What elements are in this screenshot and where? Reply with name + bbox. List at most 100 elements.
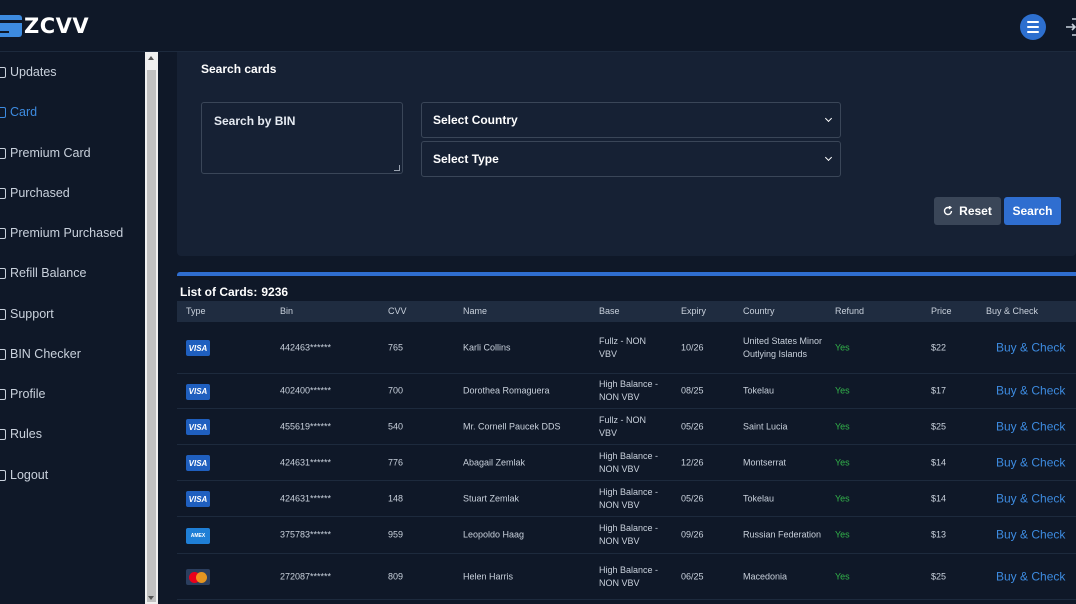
column-header-refund[interactable]: Refund <box>835 306 864 316</box>
cards-count: 9236 <box>261 285 289 299</box>
menu-button[interactable] <box>1020 14 1046 40</box>
cell-country: Montserrat <box>743 457 787 467</box>
sidebar-item-label: Refill Balance <box>10 266 87 280</box>
sidebar-item-updates[interactable]: Updates <box>0 65 57 79</box>
sidebar-item-icon <box>0 147 6 159</box>
reset-button-label: Reset <box>959 204 992 218</box>
logout-icon[interactable] <box>1066 17 1076 37</box>
cell-base: Fullz - NON VBV <box>599 335 646 359</box>
sidebar-item-icon <box>0 66 6 78</box>
cell-name: Leopoldo Haag <box>463 529 525 540</box>
sidebar-item-icon <box>0 469 6 481</box>
cell-base: High Balance - NON VBV <box>599 523 659 546</box>
cell-name: Abagail Zemlak <box>463 457 526 467</box>
buy-and-check-link[interactable]: Buy & Check <box>996 492 1065 505</box>
sidebar-item-profile[interactable]: Profile <box>0 387 45 401</box>
cell-country: United States Minor Outlying Islands <box>743 335 823 359</box>
reset-button[interactable]: Reset <box>934 197 1001 225</box>
visa-logo-icon: VISA <box>186 340 210 356</box>
sidebar-item-icon <box>0 106 6 118</box>
sidebar-item-icon <box>0 227 6 239</box>
sidebar-item-support[interactable]: Support <box>0 307 54 321</box>
cell-base: High Balance - NON VBV <box>599 564 659 588</box>
resize-handle-icon[interactable] <box>394 165 400 171</box>
column-header-base[interactable]: Base <box>599 306 620 316</box>
buy-and-check-link[interactable]: Buy & Check <box>996 456 1065 469</box>
table-row: VISA 424631****** 776 Abagail Zemlak High Ba… <box>177 445 1076 481</box>
sidebar-item-label: Premium Purchased <box>10 226 124 240</box>
cell-base: High Balance - NON VBV <box>599 486 659 510</box>
cell-country: Macedonia <box>743 571 788 581</box>
chevron-down-icon <box>824 114 833 123</box>
sidebar-item-purchased[interactable]: Purchased <box>0 186 70 200</box>
cell-name: Stuart Zemlak <box>463 493 520 503</box>
sidebar-item-label: Card <box>10 105 38 119</box>
bin-search-placeholder: Search by BIN <box>214 114 296 128</box>
column-header-name[interactable]: Name <box>463 306 487 316</box>
column-header-price[interactable]: Price <box>931 306 952 316</box>
cell-base: High Balance - NON VBV <box>599 379 659 402</box>
column-header-bin[interactable]: Bin <box>280 306 293 316</box>
sidebar-item-label: Premium Card <box>10 146 91 160</box>
sidebar-item-premium-card[interactable]: Premium Card <box>0 146 91 160</box>
sidebar-item-rules[interactable]: Rules <box>0 427 42 441</box>
buy-and-check-link[interactable]: Buy & Check <box>996 341 1065 354</box>
column-header-buy-check[interactable]: Buy & Check <box>986 306 1038 316</box>
table-header: Type Bin CVV Name Base Expiry Country Refund Pri… <box>177 301 1076 322</box>
cell-country: Saint Lucia <box>743 421 788 431</box>
cell-country: Tokelau <box>743 493 775 503</box>
cell-name: Karli Collins <box>463 342 511 352</box>
table-row: VISA 402400****** 700 Dorothea Romaguera Hig… <box>177 374 1076 409</box>
sidebar-item-card[interactable]: Card <box>0 105 37 119</box>
table-row: AMEX 375783****** 959 Leopoldo Haag High Bal… <box>177 517 1076 554</box>
sidebar-item-label: Updates <box>10 65 57 79</box>
column-header-cvv[interactable]: CVV <box>388 306 407 316</box>
type-select[interactable]: Select Type <box>421 141 841 177</box>
hamburger-icon <box>1027 21 1039 23</box>
cell-name: Dorothea Romaguera <box>463 385 550 396</box>
sidebar-item-logout[interactable]: Logout <box>0 468 48 482</box>
buy-and-check-link[interactable]: Buy & Check <box>996 420 1065 433</box>
search-panel-title: Search cards <box>201 62 277 76</box>
sidebar-item-icon <box>0 348 6 360</box>
cell-name: Helen Harris <box>463 571 514 581</box>
search-panel: Search cards Search by BIN Select Countr… <box>177 52 1076 256</box>
buy-and-check-link[interactable]: Buy & Check <box>996 570 1065 583</box>
scroll-up-arrow-icon[interactable] <box>148 56 154 60</box>
sidebar-item-label: Rules <box>10 427 42 441</box>
sidebar-scrollbar[interactable] <box>145 52 158 604</box>
chevron-down-icon <box>824 153 833 162</box>
sidebar-item-icon <box>0 187 6 199</box>
country-select-value: Select Country <box>433 113 518 127</box>
search-button[interactable]: Search <box>1004 197 1061 225</box>
refresh-icon <box>943 206 953 216</box>
amex-logo-icon: AMEX <box>186 527 210 544</box>
cell-country: Russian Federation <box>743 529 822 540</box>
sidebar-item-icon <box>0 267 6 279</box>
sidebar-item-label: Support <box>10 307 54 321</box>
buy-and-check-link[interactable]: Buy & Check <box>996 384 1065 398</box>
sidebar-item-refill-balance[interactable]: Refill Balance <box>0 266 86 280</box>
cards-list-label: List of Cards: <box>180 285 258 299</box>
sidebar-item-label: Profile <box>10 387 46 401</box>
country-select[interactable]: Select Country <box>421 102 841 138</box>
sidebar-item-label: Purchased <box>10 186 70 200</box>
sidebar-item-icon <box>0 308 6 320</box>
column-header-expiry[interactable]: Expiry <box>681 306 706 316</box>
sidebar-item-icon <box>0 428 6 440</box>
credit-card-icon <box>0 15 22 37</box>
cell-country: Tokelau <box>743 385 775 396</box>
top-bar: ZCVV <box>0 0 1076 52</box>
column-header-country[interactable]: Country <box>743 306 775 316</box>
sidebar-item-bin-checker[interactable]: BIN Checker <box>0 347 81 361</box>
buy-and-check-link[interactable]: Buy & Check <box>996 528 1065 542</box>
column-header-type[interactable]: Type <box>186 306 206 316</box>
logo[interactable]: ZCVV <box>0 14 89 38</box>
logo-text: ZCVV <box>24 14 90 38</box>
cell-base: Fullz - NON VBV <box>599 414 646 438</box>
visa-logo-icon: VISA <box>186 455 210 471</box>
sidebar-item-premium-purchased[interactable]: Premium Purchased <box>0 226 123 240</box>
scroll-thumb[interactable] <box>147 70 156 602</box>
scroll-down-arrow-icon[interactable] <box>148 596 154 600</box>
bin-search-input[interactable]: Search by BIN <box>201 102 403 174</box>
